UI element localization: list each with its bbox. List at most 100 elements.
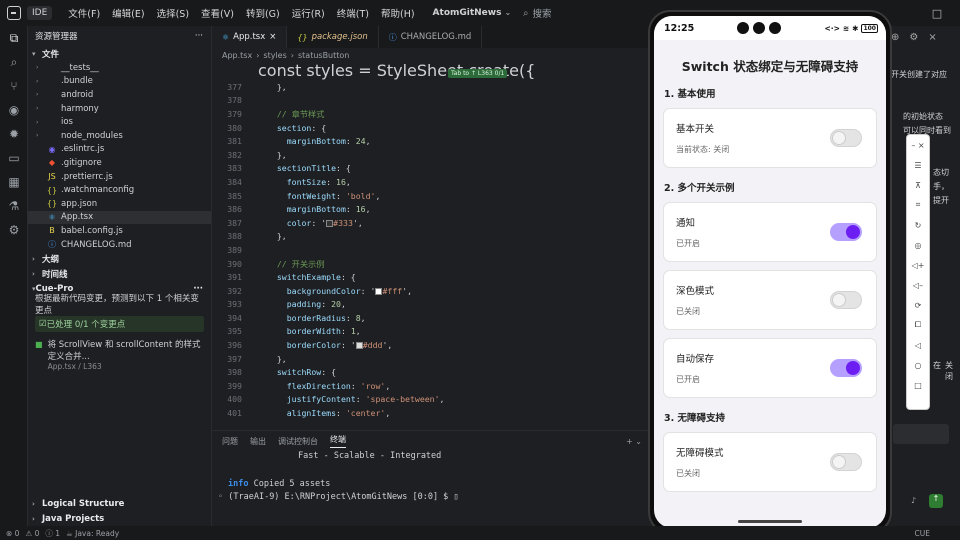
line-number: 385 — [227, 190, 242, 201]
java-projects-header[interactable]: › Java Projects — [28, 511, 212, 526]
file-item[interactable]: ◉ .eslintrc.js — [28, 143, 211, 157]
menu-edit[interactable]: 编辑(E) — [106, 6, 150, 20]
menu-view[interactable]: 查看(V) — [195, 6, 240, 20]
menu-help[interactable]: 帮助(H) — [375, 6, 421, 20]
timeline-section-header[interactable]: › 时间线 — [28, 266, 211, 281]
run-debug-icon[interactable]: ◉ — [0, 98, 28, 122]
toggle-switch[interactable] — [830, 453, 862, 471]
restore-icon[interactable]: □ — [932, 7, 942, 20]
screenshot-icon[interactable]: ⧠ — [915, 315, 921, 335]
search-icon[interactable]: ⌕ — [0, 50, 28, 74]
chat-input[interactable] — [893, 424, 949, 444]
close-icon[interactable]: × — [269, 32, 276, 42]
tree-item-label: harmony — [61, 103, 99, 114]
refresh-icon[interactable]: ⟳ — [915, 295, 922, 315]
back-icon[interactable]: ◁ — [915, 335, 921, 355]
toggle-switch[interactable] — [830, 291, 862, 309]
file-item[interactable]: ◆ .gitignore — [28, 156, 211, 170]
cue-status[interactable]: CUE — [915, 529, 930, 538]
crop-icon[interactable]: ⌗ — [916, 195, 921, 215]
extensions-icon[interactable]: ▦ — [0, 170, 28, 194]
switch-status: 当前状态: 关闭 — [676, 145, 730, 154]
tab-problems[interactable]: 问题 — [222, 436, 238, 447]
code-text: alignItems: 'center', — [286, 408, 391, 419]
file-item[interactable]: Bbabel.config.js — [28, 224, 211, 238]
settings-icon[interactable]: ⚙ — [0, 218, 28, 242]
terminal-prompt[interactable]: ◦ (TraeAI-9) E:\RNProject\AtomGitNews [0… — [212, 492, 652, 502]
settings-icon[interactable]: ⚙ — [909, 32, 918, 43]
location-icon[interactable]: ◎ — [915, 235, 922, 255]
menu-icon[interactable]: ☰ — [914, 155, 921, 175]
more-icon[interactable]: ··· — [195, 31, 203, 41]
debug-icon[interactable]: ✹ — [0, 122, 28, 146]
java-status[interactable]: ☕ Java: Ready — [66, 529, 119, 538]
home-icon[interactable]: ○ — [915, 355, 922, 375]
switch-label: 无障碍模式 — [676, 448, 724, 459]
folder-item[interactable]: › android — [28, 88, 211, 102]
home-indicator[interactable] — [738, 520, 802, 523]
minimize-icon[interactable]: – × — [911, 135, 924, 155]
error-count[interactable]: ⊗ 0 — [6, 529, 19, 538]
breadcrumb-member[interactable]: statusButton — [298, 51, 349, 60]
folder-item[interactable]: › .bundle — [28, 75, 211, 89]
file-item[interactable]: JS .prettierrc.js — [28, 170, 211, 184]
toggle-switch[interactable] — [830, 359, 862, 377]
chevron-right-icon: › — [32, 269, 35, 278]
code-text: flexDirection: 'row', — [286, 380, 391, 391]
folder-item[interactable]: › ios — [28, 115, 211, 129]
file-item[interactable]: {} .watchmanconfig — [28, 183, 211, 197]
bottom-sections: › Logical Structure › Java Projects — [28, 496, 212, 526]
menu-selection[interactable]: 选择(S) — [151, 6, 195, 20]
file-item[interactable]: {} app.json — [28, 197, 211, 211]
chat-text: 开关创建了对应 — [891, 68, 947, 82]
folder-item[interactable]: › __tests__ — [28, 61, 211, 75]
tree-item-label: .gitignore — [61, 157, 102, 168]
code-text: fontWeight: 'bold', — [286, 190, 381, 201]
source-control-icon[interactable]: ⑂ — [0, 74, 28, 98]
remote-icon[interactable]: ▭ — [0, 146, 28, 170]
search-box[interactable]: ⌕ 搜索 — [523, 6, 551, 21]
outline-section-header[interactable]: › 大纲 — [28, 251, 211, 266]
tab-debug-console[interactable]: 调试控制台 — [278, 436, 318, 447]
menu-run[interactable]: 运行(R) — [286, 6, 331, 20]
tab-hint-badge[interactable]: Tab to ↑ L363 0/1 — [448, 69, 508, 78]
cue-change-item[interactable]: ■ 将 ScrollView 和 scrollContent 的样式定义合并..… — [35, 338, 204, 371]
recents-icon[interactable]: □ — [914, 375, 922, 395]
touch-icon[interactable]: ⊼ — [915, 175, 921, 195]
explorer-icon[interactable]: ⧉ — [0, 26, 28, 50]
mic-icon[interactable]: ♪ — [911, 496, 916, 505]
volume-up-icon[interactable]: ◁+ — [912, 255, 925, 275]
logical-structure-header[interactable]: › Logical Structure — [28, 496, 212, 511]
testing-icon[interactable]: ⚗ — [0, 194, 28, 218]
tab-package-json[interactable]: {} package.json — [287, 26, 379, 48]
project-switcher[interactable]: AtomGitNews ⌄ — [433, 8, 512, 18]
close-icon[interactable]: × — [928, 32, 936, 43]
code-line: 389 — [212, 243, 652, 257]
tab-changelog[interactable]: ⓘ CHANGELOG.md — [379, 26, 483, 48]
file-item[interactable]: ⓘ CHANGELOG.md — [28, 238, 211, 252]
folder-item[interactable]: › harmony — [28, 102, 211, 116]
code-lines[interactable]: 377 }, 378 379 // 章节样式 380 section: {381 ma… — [212, 80, 652, 420]
folder-item[interactable]: › node_modules — [28, 129, 211, 143]
send-button[interactable]: ↑ — [929, 494, 943, 508]
add-terminal-icon[interactable]: + ⌄ — [626, 437, 642, 446]
info-count[interactable]: ⓘ 1 — [45, 528, 60, 539]
rotate-icon[interactable]: ↻ — [915, 215, 922, 235]
history-icon[interactable]: ⊕ — [891, 32, 899, 43]
file-item[interactable]: ⚛ App.tsx — [28, 210, 211, 225]
chevron-right-icon: › — [36, 132, 39, 140]
toggle-switch[interactable] — [830, 129, 862, 147]
tab-output[interactable]: 输出 — [250, 436, 266, 447]
menu-file[interactable]: 文件(F) — [62, 6, 106, 20]
warning-count[interactable]: ⚠ 0 — [25, 529, 39, 538]
files-section-header[interactable]: ▾ 文件 — [28, 46, 211, 61]
tab-app-tsx[interactable]: ⚛ App.tsx × — [212, 26, 288, 48]
tab-terminal[interactable]: 终端 — [330, 434, 346, 448]
menu-terminal[interactable]: 终端(T) — [331, 6, 375, 20]
volume-down-icon[interactable]: ◁– — [913, 275, 923, 295]
menu-goto[interactable]: 转到(G) — [240, 6, 286, 20]
breadcrumb-symbol[interactable]: styles — [263, 51, 286, 60]
chevron-right-icon: › — [290, 50, 294, 60]
breadcrumb-file[interactable]: App.tsx — [222, 51, 252, 60]
toggle-switch[interactable] — [830, 223, 862, 241]
